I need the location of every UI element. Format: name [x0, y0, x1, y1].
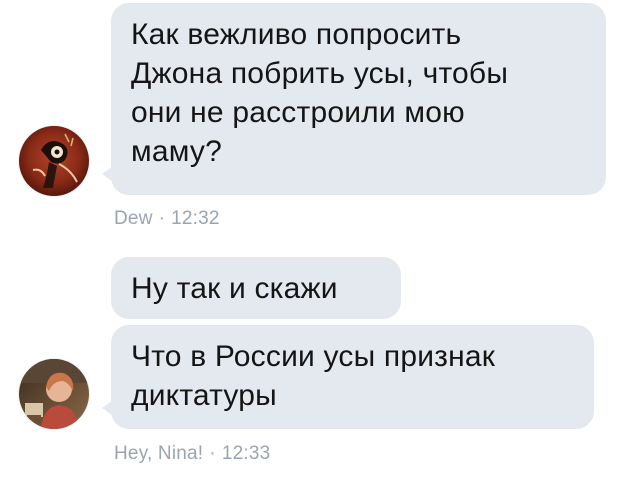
message-time: 12:32: [171, 208, 220, 229]
meta-separator: ·: [209, 443, 216, 464]
avatar[interactable]: [19, 126, 89, 196]
message-bubble[interactable]: Что в России усы признак диктатуры: [102, 325, 594, 429]
avatar-photo-icon: [19, 359, 89, 429]
message-bubble[interactable]: Как вежливо попросить Джона побрить усы,…: [102, 3, 606, 195]
message-time: 12:33: [221, 443, 271, 464]
avatar[interactable]: [19, 359, 89, 429]
message-meta: Dew · 12:32: [114, 208, 220, 230]
avatar-illustration-icon: [19, 126, 89, 196]
chat-thread: Как вежливо попросить Джона побрить усы,…: [0, 0, 630, 479]
message-bubble[interactable]: Ну так и скажи: [111, 257, 401, 319]
author-name[interactable]: Dew: [114, 208, 153, 229]
meta-separator: ·: [158, 208, 166, 229]
author-name[interactable]: Hey, Nina!: [114, 443, 203, 464]
message-meta: Hey, Nina! · 12:33: [114, 443, 270, 465]
